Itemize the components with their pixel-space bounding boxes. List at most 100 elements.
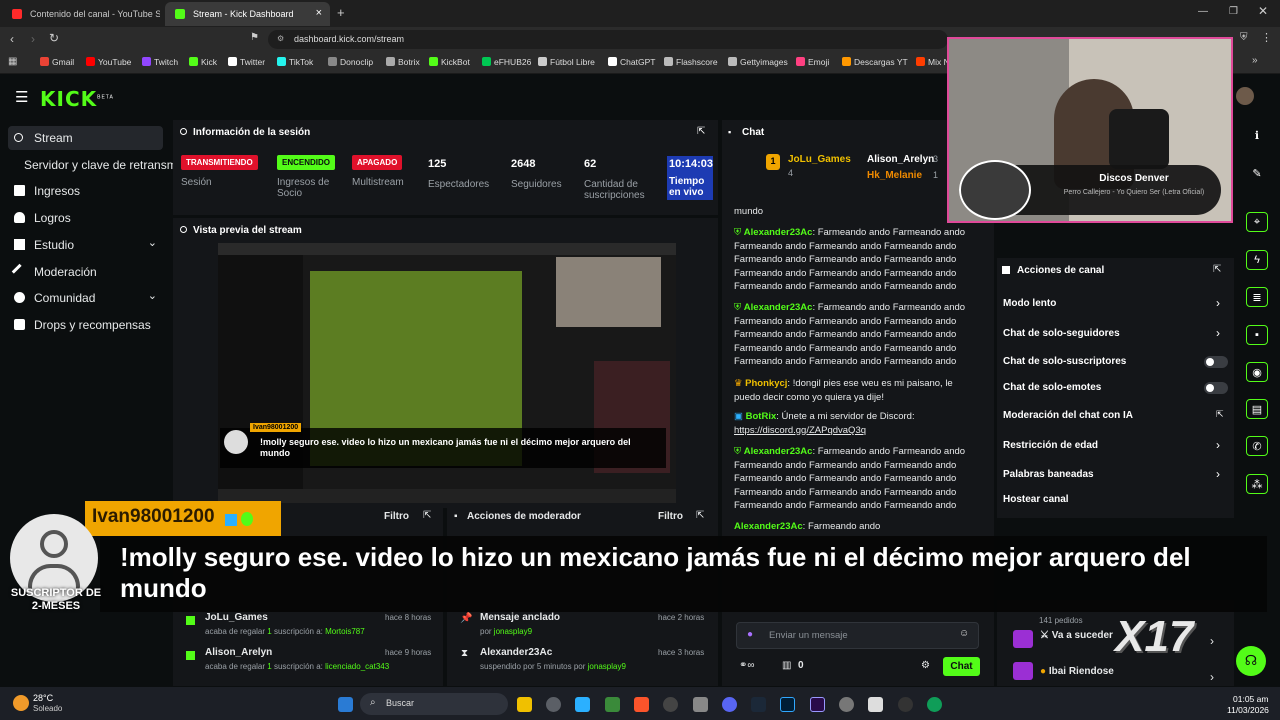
sidebar-item-server-key[interactable]: Servidor y clave de retransmi [8,153,178,177]
slow-mode-item[interactable]: Modo lento [1003,298,1056,309]
send-chat-button[interactable]: Chat [943,657,980,676]
bookmark-item[interactable]: TikTok [277,57,313,67]
bookmark-item[interactable]: Emoji [796,57,829,67]
close-window-button[interactable]: ✕ [1258,4,1268,18]
store-icon[interactable]: ▥ [782,660,791,671]
settings-dots-icon[interactable]: ⚭∞ [739,660,755,671]
bookmark-item[interactable]: YouTube [86,57,131,67]
bookmark-item[interactable]: Kick [189,57,217,67]
chevron-right-icon[interactable]: › [1216,467,1220,481]
bookmark-item[interactable]: Twitch [142,57,178,67]
popout-icon[interactable]: ⇱ [697,126,705,137]
minimize-button[interactable]: — [1198,6,1208,17]
chevron-right-icon[interactable]: › [1210,634,1214,648]
gifter-name[interactable]: Hk_Melanie [867,170,922,181]
chat-username[interactable]: Phonkycj [745,378,787,389]
age-restriction-item[interactable]: Restricción de edad [1003,440,1098,451]
mod-action-user[interactable]: jonasplay9 [588,662,626,671]
popout-icon[interactable]: ⇱ [1213,264,1221,275]
user-avatar[interactable] [1236,87,1254,105]
subscribers-only-toggle[interactable] [1204,356,1228,368]
media-player-icon[interactable] [898,697,913,712]
event-user[interactable]: Alison_Arelyn [205,647,272,658]
microphone-icon[interactable]: ● [747,629,753,640]
bookmark-item[interactable]: Botrix [386,57,420,67]
broadcast-icon[interactable]: ◉ [1246,362,1268,382]
gifter-name[interactable]: JoLu_Games [788,154,851,165]
file-explorer-icon[interactable] [517,697,532,712]
bookmark-item[interactable]: ChatGPT [608,57,655,67]
bookmark-item[interactable]: Donoclip [328,57,373,67]
discord-icon[interactable] [722,697,737,712]
bookmark-item[interactable]: Gettyimages [728,57,788,67]
app-icon[interactable] [575,697,590,712]
list-icon[interactable]: ≣ [1246,287,1268,307]
url-field[interactable]: ⚙ dashboard.kick.com/stream [268,30,948,49]
bookmark-item[interactable]: Fútbol Libre [538,57,595,67]
wrench-icon[interactable]: ✆ [1246,436,1268,456]
nodes-icon[interactable]: ⁂ [1246,474,1268,494]
external-link-icon[interactable]: ⇱ [1216,409,1224,420]
pencil-icon[interactable]: ✎ [1246,164,1268,184]
settings-app-icon[interactable] [839,697,854,712]
chevron-right-icon[interactable]: › [1216,438,1220,452]
chat-username[interactable]: Alexander23Ac [744,446,813,457]
sidebar-item-drops[interactable]: Drops y recompensas [8,313,163,337]
bookmark-item[interactable]: eFHUB26 [482,57,531,67]
sidebar-item-ingresos[interactable]: Ingresos [8,179,163,203]
premiere-icon[interactable] [810,697,825,712]
taskbar-search[interactable]: ⌕ Buscar [360,693,508,715]
app-icon[interactable] [605,697,620,712]
banned-words-item[interactable]: Palabras baneadas [1003,469,1094,480]
tab-youtube-studio[interactable]: Contenido del canal - YouTube Studi [2,2,160,26]
obs-icon[interactable] [663,697,678,712]
sidebar-item-stream[interactable]: Stream [8,126,163,150]
close-tab-icon[interactable]: × [316,7,322,19]
edge-icon[interactable] [927,697,942,712]
menu-icon[interactable]: ⋮ [1261,31,1272,44]
reload-icon[interactable]: ↻ [49,31,59,45]
target-icon[interactable]: ⌖ [1246,212,1268,232]
chevron-right-icon[interactable]: › [1216,326,1220,340]
bookmark-item[interactable]: Gmail [40,57,74,67]
chat-icon[interactable]: ▪ [1246,325,1268,345]
emotes-only-toggle[interactable] [1204,382,1228,394]
chevron-right-icon[interactable]: › [1210,670,1214,684]
chevron-right-icon[interactable]: › [1216,296,1220,310]
support-headset-icon[interactable]: ☊ [1236,646,1266,676]
sidebar-item-moderacion[interactable]: Moderación [8,260,163,284]
request-item[interactable]: ● Ibai Riendose [1040,666,1114,677]
tab-kick-dashboard[interactable]: Stream - Kick Dashboard × [165,2,330,26]
chat-username[interactable]: Alexander23Ac [744,302,813,313]
chrome-icon[interactable] [546,697,561,712]
windows-start-icon[interactable] [338,697,353,712]
stream-video[interactable]: Ivan98001200 !molly seguro ese. video lo… [218,243,676,503]
back-icon[interactable]: ‹ [10,32,14,46]
sidebar-item-comunidad[interactable]: Comunidad ⌄ [8,286,163,310]
bookmark-item[interactable]: Flashscore [664,57,718,67]
bookmark-item[interactable]: KickBot [429,57,470,67]
gear-icon[interactable]: ⚙ [921,660,930,671]
apps-grid-icon[interactable]: ▦ [8,56,17,67]
site-info-icon[interactable]: ⚙ [277,34,284,43]
notepad-icon[interactable] [868,697,883,712]
info-icon[interactable]: ℹ [1246,126,1268,146]
bookmark-star-icon[interactable]: ⚑ [250,32,259,43]
server-icon[interactable]: ▤ [1246,399,1268,419]
chat-link[interactable]: https://discord.gg/ZAPqdvaQ3q [734,425,866,436]
more-bookmarks-icon[interactable]: » [1252,55,1258,66]
steam-icon[interactable] [751,697,766,712]
brave-icon[interactable] [634,697,649,712]
followers-only-item[interactable]: Chat de solo-seguidores [1003,328,1120,339]
forward-icon[interactable]: › [31,32,35,46]
bookmark-item[interactable]: Descargas YT [842,57,908,67]
shield-icon[interactable]: ⛨ [1240,32,1248,43]
hamburger-menu-icon[interactable]: ☰ [15,88,28,106]
request-item[interactable]: ⚔ Va a suceder [1040,630,1113,641]
chat-username[interactable]: Alexander23Ac [744,227,813,238]
chat-username[interactable]: BotRix [746,411,777,422]
gifter-name[interactable]: Alison_Arelyn [867,154,934,165]
calculator-icon[interactable] [693,697,708,712]
sidebar-item-estudio[interactable]: Estudio ⌄ [8,233,163,257]
event-target[interactable]: licenciado_cat343 [325,662,389,671]
